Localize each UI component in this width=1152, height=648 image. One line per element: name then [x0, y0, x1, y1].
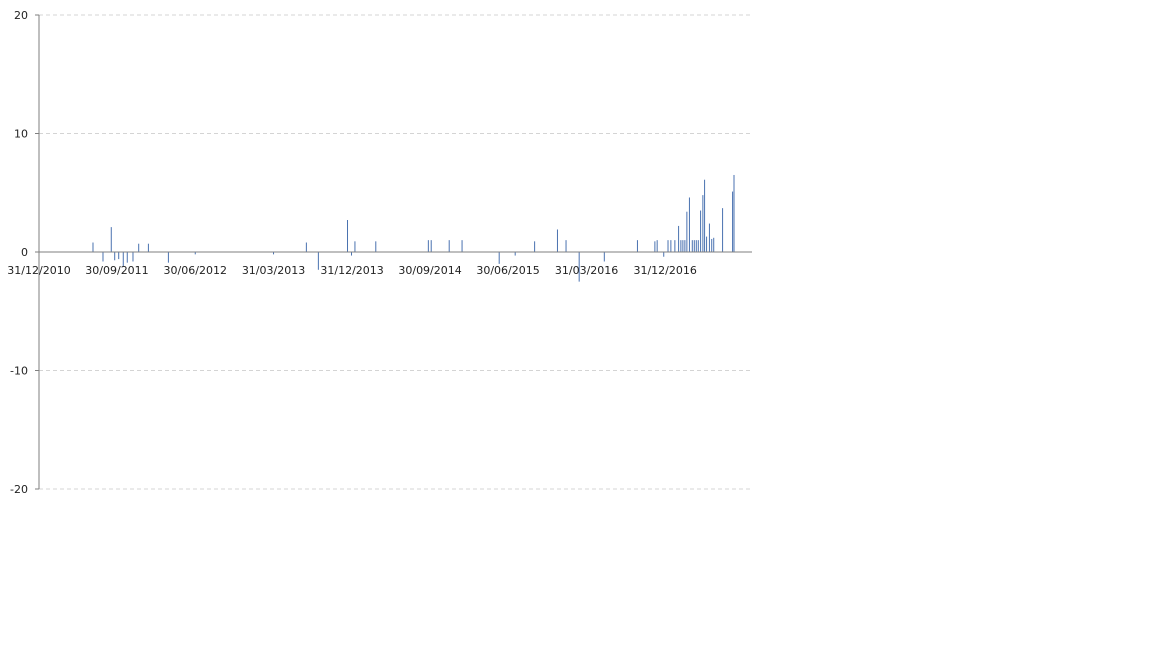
bar: [351, 252, 353, 256]
bar: [670, 240, 672, 252]
chart-area: 20 10 0 -10 -20 31/12/2010 30/09/2011 30/06/20…: [0, 0, 1152, 648]
x-tick-label: 31/12/2010: [7, 264, 70, 277]
bar: [686, 211, 688, 252]
x-tick-label: 30/06/2015: [476, 264, 539, 277]
bar: [354, 241, 356, 252]
y-tick-label: 20: [14, 9, 28, 22]
bar: [700, 210, 702, 252]
x-tick-label: 31/12/2016: [633, 264, 696, 277]
bar: [682, 240, 684, 252]
bar: [674, 240, 676, 252]
bar: [118, 252, 120, 260]
x-tick-label: 30/09/2014: [398, 264, 461, 277]
bar: [663, 252, 665, 257]
x-tick-label: 30/09/2011: [85, 264, 148, 277]
bar: [684, 240, 686, 252]
bar: [556, 229, 558, 252]
bar: [448, 240, 450, 252]
x-tick-label: 31/03/2013: [242, 264, 305, 277]
x-tick-label: 30/06/2012: [164, 264, 227, 277]
bar: [704, 179, 706, 252]
y-tick-label: -20: [10, 483, 28, 496]
bar: [713, 237, 715, 252]
x-tick-labels: 31/12/2010 30/09/2011 30/06/2012 31/03/2013…: [7, 264, 697, 277]
bar: [702, 195, 704, 252]
bar: [317, 252, 319, 270]
bar: [534, 241, 536, 252]
bar: [678, 225, 680, 252]
bar: [375, 241, 377, 252]
bar: [114, 252, 116, 261]
bar: [92, 242, 94, 252]
bar: [688, 197, 690, 252]
bar: [347, 220, 349, 252]
bar: [733, 174, 735, 252]
bar: [693, 240, 695, 252]
bar: [430, 240, 432, 252]
bar: [708, 223, 710, 252]
bar: [697, 240, 699, 252]
bar: [427, 240, 429, 252]
y-tick-label: 10: [14, 128, 28, 141]
bar: [722, 208, 724, 252]
bar: [667, 240, 669, 252]
bar-chart: 20 10 0 -10 -20 31/12/2010 30/09/2011 30/06/20…: [7, 9, 752, 496]
bar: [461, 240, 463, 252]
y-tick-label: -10: [10, 365, 28, 378]
bar: [102, 252, 104, 262]
bar: [110, 227, 112, 252]
bar: [732, 191, 734, 252]
bar: [138, 243, 140, 252]
y-tick-labels: 20 10 0 -10 -20: [10, 9, 28, 496]
bar: [126, 252, 128, 263]
bar: [636, 240, 638, 252]
bar: [132, 252, 134, 262]
bar: [167, 252, 169, 263]
bar: [147, 243, 149, 252]
bar: [305, 242, 307, 252]
axes: [35, 14, 752, 490]
bar: [603, 252, 605, 262]
x-tick-label: 31/12/2013: [320, 264, 383, 277]
bar: [706, 236, 708, 252]
bar: [695, 240, 697, 252]
bar: [711, 238, 713, 252]
bar: [656, 240, 658, 252]
y-tick-label: 0: [21, 246, 28, 259]
bar: [691, 240, 693, 252]
bar: [680, 240, 682, 252]
bar: [514, 252, 516, 256]
bar: [565, 240, 567, 252]
bar: [654, 241, 656, 252]
x-tick-label: 31/03/2016: [555, 264, 618, 277]
bar: [498, 252, 500, 264]
